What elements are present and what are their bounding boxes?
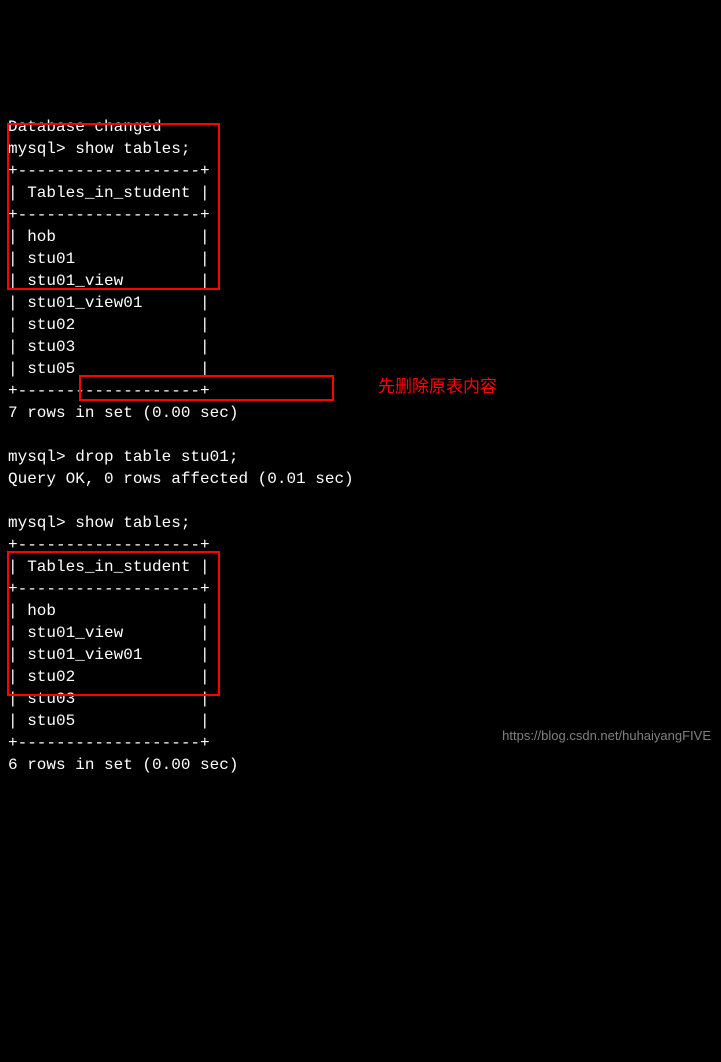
mysql-prompt-line: mysql> show tables; [8, 140, 190, 158]
table-row: | stu05 | [8, 360, 210, 378]
table-border: +-------------------+ [8, 206, 210, 224]
table-row: | stu02 | [8, 668, 210, 686]
terminal-output: Database changed mysql> show tables; +--… [8, 94, 713, 776]
table-header: | Tables_in_student | [8, 184, 210, 202]
table-row: | hob | [8, 228, 210, 246]
table-row: | stu02 | [8, 316, 210, 334]
table-row: | stu01 | [8, 250, 210, 268]
table-row: | stu01_view01 | [8, 646, 210, 664]
mysql-prompt-line: mysql> show tables; [8, 514, 190, 532]
watermark: https://blog.csdn.net/huhaiyangFIVE [502, 725, 711, 747]
table-row: | hob | [8, 602, 210, 620]
result-summary: 6 rows in set (0.00 sec) [8, 756, 238, 774]
table-border: +-------------------+ [8, 162, 210, 180]
table-row: | stu05 | [8, 712, 210, 730]
annotation-text: 先删除原表内容 [378, 376, 497, 398]
table-border: +-------------------+ [8, 536, 210, 554]
mysql-prompt-line: mysql> drop table stu01; [8, 448, 238, 466]
table-row: | stu01_view01 | [8, 294, 210, 312]
table-row: | stu03 | [8, 338, 210, 356]
table-border: +-------------------+ [8, 580, 210, 598]
table-border: +-------------------+ [8, 382, 210, 400]
table-row: | stu01_view | [8, 624, 210, 642]
table-row: | stu01_view | [8, 272, 210, 290]
table-row: | stu03 | [8, 690, 210, 708]
table-border: +-------------------+ [8, 734, 210, 752]
result-summary: 7 rows in set (0.00 sec) [8, 404, 238, 422]
result-summary: Query OK, 0 rows affected (0.01 sec) [8, 470, 354, 488]
table-header: | Tables_in_student | [8, 558, 210, 576]
line: Database changed [8, 118, 162, 136]
